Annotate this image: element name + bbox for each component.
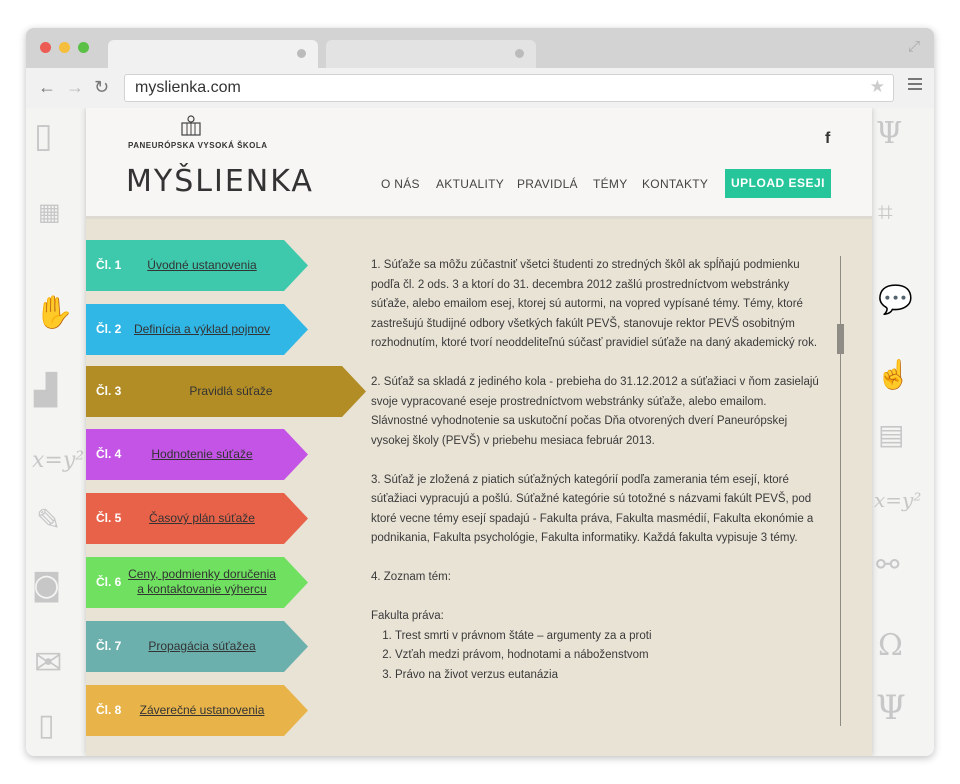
- section-number: Čl. 7: [96, 639, 122, 653]
- paragraph-3: 3. Súťaž je zložená z piatich súťažných …: [371, 473, 814, 545]
- section-arrow-3[interactable]: Čl. 3 Pravidlá súťaže: [86, 366, 366, 417]
- section-label[interactable]: Ceny, podmienky doručenia a kontaktovani…: [126, 567, 278, 597]
- doodle-omega-icon: Ω: [878, 628, 903, 663]
- scrollbar-thumb[interactable]: [837, 324, 844, 354]
- site-header: Paneurópska vysoká škola MYŠLIENKA f O N…: [86, 108, 872, 219]
- topic-item: Vzťah medzi právom, hodnotami a nábožens…: [395, 646, 819, 666]
- section-label[interactable]: Propagácia súťažea: [126, 639, 278, 654]
- doodle-camera-icon: ◙: [32, 568, 62, 603]
- section-arrow-1[interactable]: Čl. 1 Úvodné ustanovenia: [86, 240, 308, 291]
- doodle-network-icon: ⚯: [876, 548, 900, 581]
- browser-menu-icon[interactable]: [908, 78, 922, 93]
- website: Paneurópska vysoká škola MYŠLIENKA f O N…: [86, 108, 872, 756]
- doodle-phone-icon: ▯: [34, 116, 53, 156]
- doodle-psi-icon: Ψ: [876, 116, 903, 151]
- section-number: Čl. 5: [96, 511, 122, 525]
- doodle-formula: x=y²: [32, 448, 85, 473]
- upload-essay-button[interactable]: UPLOAD ESEJI: [725, 169, 831, 198]
- doodle-thumb-icon: ✋: [34, 293, 74, 331]
- forward-arrow-icon[interactable]: →: [66, 77, 84, 97]
- topic-list: Trest smrti v právnom štáte – argumenty …: [371, 627, 819, 686]
- minimize-window-button[interactable]: [59, 42, 70, 53]
- section-arrow-7[interactable]: Čl. 7 Propagácia súťažea: [86, 621, 308, 672]
- section-label[interactable]: Časový plán súťaže: [126, 511, 278, 526]
- nav-o-nas[interactable]: O NÁS: [381, 177, 420, 191]
- doodle-diploma-icon: ✉: [34, 643, 63, 683]
- back-arrow-icon[interactable]: ←: [38, 77, 56, 97]
- nav-temy[interactable]: TÉMY: [593, 177, 628, 191]
- url-text[interactable]: myslienka.com: [135, 79, 241, 97]
- section-label[interactable]: Pravidlá súťaže: [126, 384, 336, 399]
- rules-content: 1. Súťaže sa môžu zúčastniť všetci štude…: [371, 256, 819, 685]
- doodle-paper-icon: ✎: [36, 503, 62, 538]
- section-arrow-2[interactable]: Čl. 2 Definícia a výklad pojmov: [86, 304, 308, 355]
- section-number: Čl. 1: [96, 258, 122, 272]
- paragraph-4: 4. Zoznam tém:: [371, 571, 451, 583]
- section-label[interactable]: Hodnotenie súťaže: [126, 447, 278, 462]
- section-arrow-5[interactable]: Čl. 5 Časový plán súťaže: [86, 493, 308, 544]
- university-name: Paneurópska vysoká škola: [128, 141, 268, 150]
- topic-item: Právo na život verzus eutanázia: [395, 666, 819, 686]
- section-number: Čl. 2: [96, 322, 122, 336]
- browser-tab-active[interactable]: [108, 40, 318, 68]
- section-label[interactable]: Záverečné ustanovenia: [126, 703, 278, 718]
- section-number: Čl. 3: [96, 384, 122, 398]
- nav-aktuality[interactable]: AKTUALITY: [436, 177, 504, 191]
- section-label[interactable]: Úvodné ustanovenia: [126, 258, 278, 273]
- section-arrow-4[interactable]: Čl. 4 Hodnotenie súťaže: [86, 429, 308, 480]
- browser-toolbar: ← → ↻ myslienka.com ★: [26, 68, 934, 109]
- section-number: Čl. 8: [96, 703, 122, 717]
- nav-kontakty[interactable]: KONTAKTY: [642, 177, 708, 191]
- address-bar[interactable]: myslienka.com ★: [124, 74, 894, 102]
- site-logo-title[interactable]: MYŠLIENKA: [126, 164, 314, 199]
- doodle-speech-icon: 💬: [878, 283, 913, 316]
- reload-icon[interactable]: ↻: [94, 77, 109, 97]
- topic-item: Trest smrti v právnom štáte – argumenty …: [395, 627, 819, 647]
- tab-close-icon[interactable]: [515, 49, 524, 58]
- paragraph-1: 1. Súťaže sa môžu zúčastniť všetci štude…: [371, 259, 818, 349]
- doodle-calculator-icon: ▤: [878, 418, 905, 451]
- section-number: Čl. 4: [96, 447, 122, 461]
- browser-window: ⤢ ← → ↻ myslienka.com ★ ▯ ▦ ✋ ▟ x=y² ✎ ◙…: [26, 28, 934, 756]
- doodle-formula-right: x=y²: [874, 488, 922, 512]
- faculty-heading: Fakulta práva:: [371, 610, 444, 622]
- close-window-button[interactable]: [40, 42, 51, 53]
- doodle-chart-icon: ▟: [34, 373, 58, 408]
- doodle-psi-icon-2: Ψ: [876, 688, 906, 728]
- browser-tab-inactive[interactable]: [326, 40, 536, 68]
- doodle-mobile-icon: ▯: [38, 708, 55, 743]
- doodle-grid-icon: ▦: [38, 198, 61, 226]
- bookmark-star-icon[interactable]: ★: [870, 77, 885, 97]
- section-number: Čl. 6: [96, 575, 122, 589]
- facebook-icon[interactable]: f: [825, 130, 830, 148]
- nav-pravidla[interactable]: PRAVIDLÁ: [517, 177, 578, 191]
- tab-bar: ⤢: [26, 28, 934, 68]
- tab-close-icon[interactable]: [297, 49, 306, 58]
- doodle-like-icon: ☝: [876, 358, 911, 391]
- doodle-graph-icon: ⌗: [878, 198, 893, 228]
- section-arrow-8[interactable]: Čl. 8 Záverečné ustanovenia: [86, 685, 308, 736]
- page-viewport: ▯ ▦ ✋ ▟ x=y² ✎ ◙ ✉ ▯ Ψ ⌗ 💬 ☝ ▤ x=y² ⚯ Ω …: [26, 108, 934, 756]
- maximize-window-button[interactable]: [78, 42, 89, 53]
- university-logo-icon: [181, 115, 201, 136]
- section-label[interactable]: Definícia a výklad pojmov: [126, 322, 278, 337]
- expand-icon[interactable]: ⤢: [908, 38, 920, 55]
- section-arrow-6[interactable]: Čl. 6 Ceny, podmienky doručenia a kontakt…: [86, 557, 308, 608]
- paragraph-2: 2. Súťaž sa skladá z jediného kola - pre…: [371, 376, 819, 447]
